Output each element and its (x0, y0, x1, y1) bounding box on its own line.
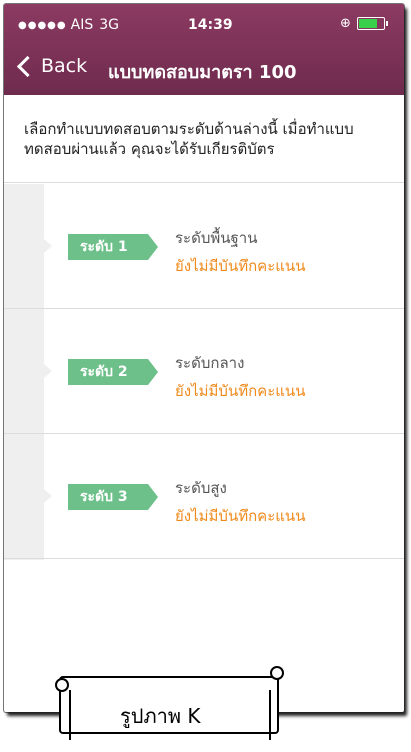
figure-caption: รูปภาพ K (120, 704, 201, 728)
level-score-status: ยังไม่มีบันทึกคะแนน (175, 382, 306, 400)
level-score-status: ยังไม่มีบันทึกคะแนน (175, 507, 306, 525)
level-score-status: ยังไม่มีบันทึกคะแนน (175, 257, 306, 275)
alarm-icon: ⊕ (340, 16, 351, 31)
level-badge: ระดับ 3 (68, 484, 158, 510)
signal-dots-icon: ●●●●● (18, 19, 67, 31)
status-time: 14:39 (188, 17, 233, 33)
battery-icon (356, 17, 388, 30)
status-right: ⊕ (340, 16, 388, 31)
notch-icon (44, 489, 52, 503)
level-item-2[interactable]: ระดับ 2 ระดับกลาง ยังไม่มีบันทึกคะแนน (4, 309, 404, 434)
notch-icon (44, 364, 52, 378)
level-badge: ระดับ 1 (68, 234, 158, 260)
level-title: ระดับสูง (175, 479, 227, 497)
level-title: ระดับพื้นฐาน (175, 229, 258, 247)
level-title: ระดับกลาง (175, 354, 245, 372)
network-label: 3G (99, 17, 119, 33)
status-bar: ●●●●● AIS 3G 14:39 ⊕ (4, 4, 404, 46)
notch-icon (44, 239, 52, 253)
back-label: Back (41, 55, 88, 77)
level-badge: ระดับ 2 (68, 359, 158, 385)
carrier-label: AIS (70, 17, 94, 33)
intro-text: เลือกทำแบบทดสอบตามระดับด้านล่างนี้ เมื่อ… (4, 95, 404, 183)
level-item-3[interactable]: ระดับ 3 ระดับสูง ยังไม่มีบันทึกคะแนน (4, 434, 404, 559)
level-item-1[interactable]: ระดับ 1 ระดับพื้นฐาน ยังไม่มีบันทึกคะแนน (4, 184, 404, 309)
scroll-curl-icon (55, 678, 69, 692)
nav-bar: Back แบบทดสอบมาตรา 100 (4, 49, 404, 89)
chevron-left-icon (16, 55, 39, 77)
scroll-curl-icon (270, 666, 284, 680)
page-title: แบบทดสอบมาตรา 100 (108, 62, 297, 83)
phone-screen: ●●●●● AIS 3G 14:39 ⊕ Back แบบทดสอบมาตรา … (4, 4, 404, 712)
signal-indicator: ●●●●● AIS 3G (18, 17, 119, 33)
back-button[interactable]: Back (16, 55, 87, 77)
header-bar: ●●●●● AIS 3G 14:39 ⊕ Back แบบทดสอบมาตรา … (4, 4, 404, 95)
